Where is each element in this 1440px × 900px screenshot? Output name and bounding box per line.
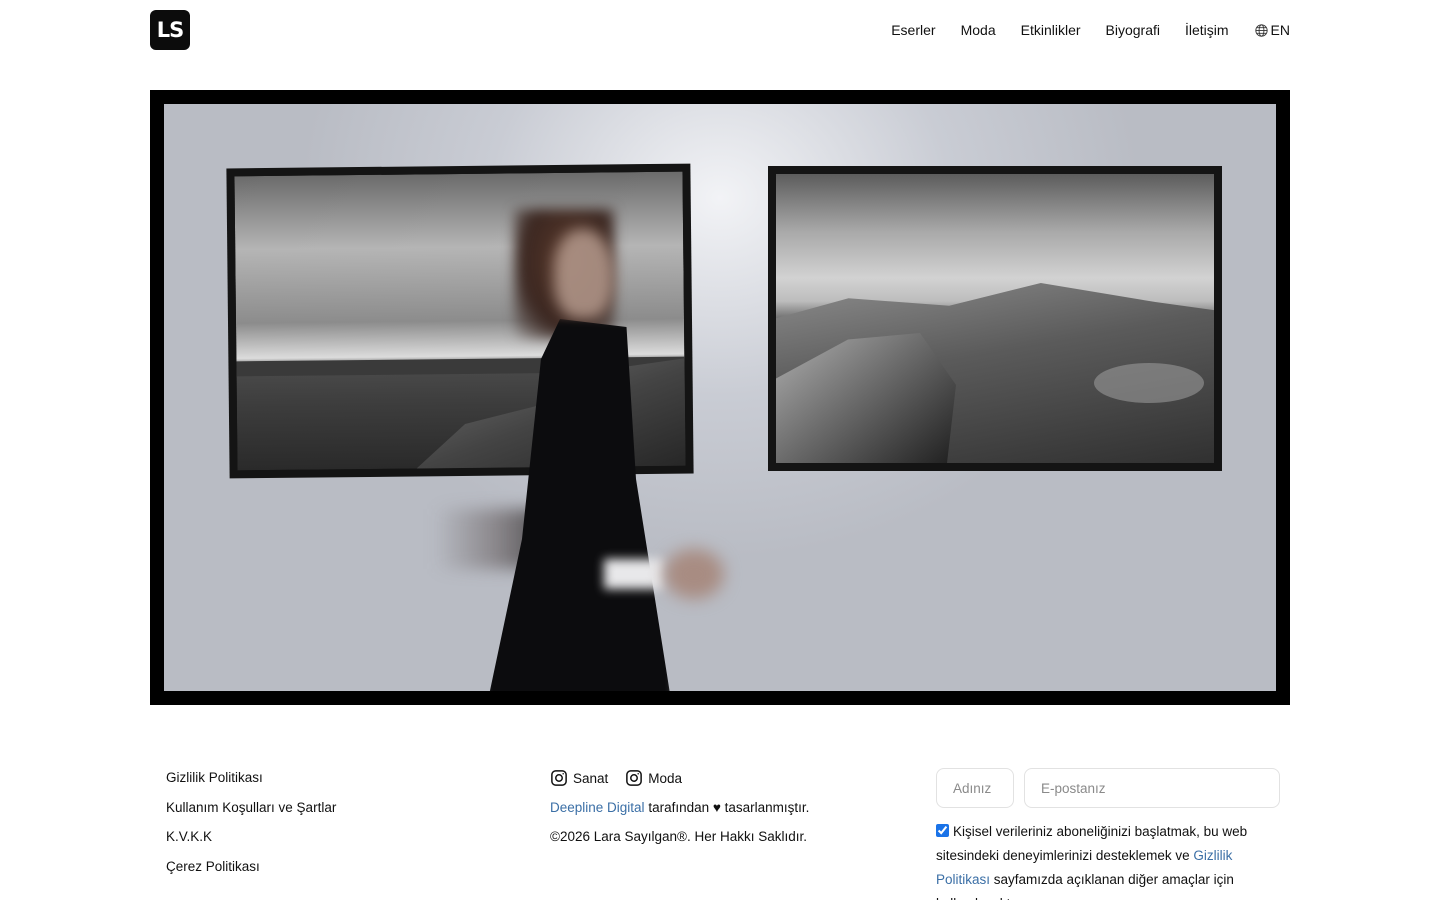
instagram-icon [626,770,643,786]
social-link-sanat[interactable]: Sanat [550,769,608,787]
footer-link-privacy[interactable]: Gizlilik Politikası [166,768,336,787]
email-input[interactable] [1024,768,1280,808]
blurred-visitor [434,209,734,691]
newsletter-inputs [936,768,1280,808]
language-label: EN [1270,22,1290,38]
copyright-text: ©2026 Lara Sayılgan®. Her Hakkı Saklıdır… [550,829,808,844]
globe-icon [1254,23,1268,37]
designer-link[interactable]: Deepline Digital [550,800,645,815]
social-link-moda[interactable]: Moda [625,769,682,787]
instagram-icon [551,770,567,786]
site-header: LS Eserler Moda Etkinlikler Biyografi İl… [150,10,1290,50]
nav-item-biyografi[interactable]: Biyografi [1106,22,1160,38]
social-links: Sanat Moda [550,768,809,788]
logo-text: LS [156,18,184,42]
footer-link-kvkk[interactable]: K.V.K.K [166,827,336,846]
hero-image-frame [150,90,1290,705]
footer-link-terms[interactable]: Kullanım Koşulları ve Şartlar [166,798,336,817]
site-logo[interactable]: LS [150,10,190,50]
credit-text: tarafından ♥ tasarlanmıştır. [644,800,810,815]
artwork-frame-right [768,166,1222,471]
newsletter-form: Kişisel verileriniz aboneliğinizi başlat… [936,758,1280,900]
consent-checkbox[interactable] [936,824,949,837]
footer-link-cookies[interactable]: Çerez Politikası [166,857,336,876]
language-switcher[interactable]: EN [1254,22,1290,38]
site-footer: Gizlilik Politikası Kullanım Koşulları v… [150,758,1290,900]
name-input[interactable] [936,768,1014,808]
designer-credit: Deepline Digital tarafından ♥ tasarlanmı… [550,799,809,817]
social-label: Moda [648,770,683,786]
main-nav: Eserler Moda Etkinlikler Biyografi İleti… [866,10,1290,50]
artwork-rocks [776,174,1214,463]
gallery-photo [164,104,1276,691]
nav-item-iletisim[interactable]: İletişim [1185,22,1229,38]
footer-legal-links: Gizlilik Politikası Kullanım Koşulları v… [166,758,336,876]
nav-item-etkinlikler[interactable]: Etkinlikler [1021,22,1081,38]
nav-item-eserler[interactable]: Eserler [891,22,935,38]
social-label: Sanat [573,770,609,786]
footer-social-credit: Sanat Moda Deepline Digital tarafından ♥… [550,758,809,846]
consent-text: Kişisel verileriniz aboneliğinizi başlat… [936,820,1280,900]
nav-item-moda[interactable]: Moda [961,22,996,38]
